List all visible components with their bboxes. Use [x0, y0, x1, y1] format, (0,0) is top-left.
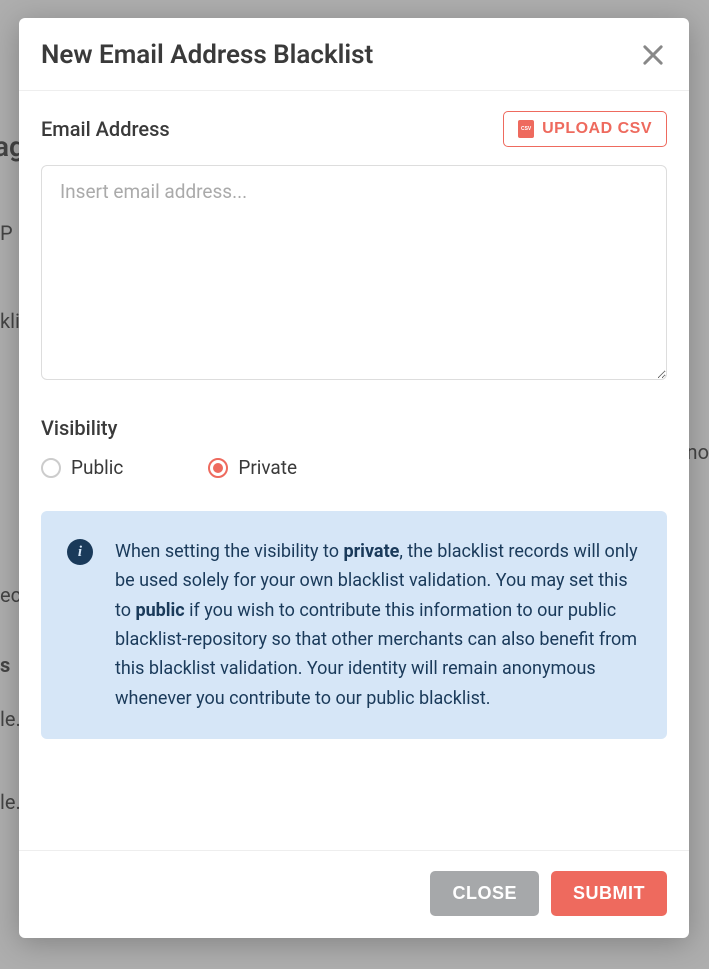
visibility-public-label: Public — [71, 456, 123, 479]
modal-title: New Email Address Blacklist — [41, 40, 373, 70]
modal-header: New Email Address Blacklist — [19, 18, 689, 91]
submit-button[interactable]: SUBMIT — [551, 871, 667, 916]
radio-icon — [41, 458, 61, 478]
modal-body: Email Address UPLOAD CSV Visibility Publ… — [19, 91, 689, 850]
visibility-info-text: When setting the visibility to private, … — [115, 537, 641, 713]
visibility-private-option[interactable]: Private — [208, 456, 297, 479]
info-icon: i — [67, 539, 93, 565]
close-button[interactable]: CLOSE — [430, 871, 539, 916]
csv-file-icon — [518, 120, 534, 138]
email-address-input[interactable] — [41, 165, 667, 380]
upload-csv-button[interactable]: UPLOAD CSV — [503, 111, 667, 147]
visibility-radio-group: Public Private — [41, 456, 667, 479]
email-address-label: Email Address — [41, 117, 170, 141]
visibility-public-option[interactable]: Public — [41, 456, 123, 479]
radio-checked-icon — [208, 458, 228, 478]
new-blacklist-modal: New Email Address Blacklist Email Addres… — [19, 18, 689, 938]
visibility-info-box: i When setting the visibility to private… — [41, 511, 667, 739]
modal-footer: CLOSE SUBMIT — [19, 850, 689, 938]
visibility-private-label: Private — [238, 456, 297, 479]
close-icon[interactable] — [639, 41, 667, 69]
visibility-label: Visibility — [41, 416, 667, 440]
upload-csv-label: UPLOAD CSV — [542, 120, 652, 138]
